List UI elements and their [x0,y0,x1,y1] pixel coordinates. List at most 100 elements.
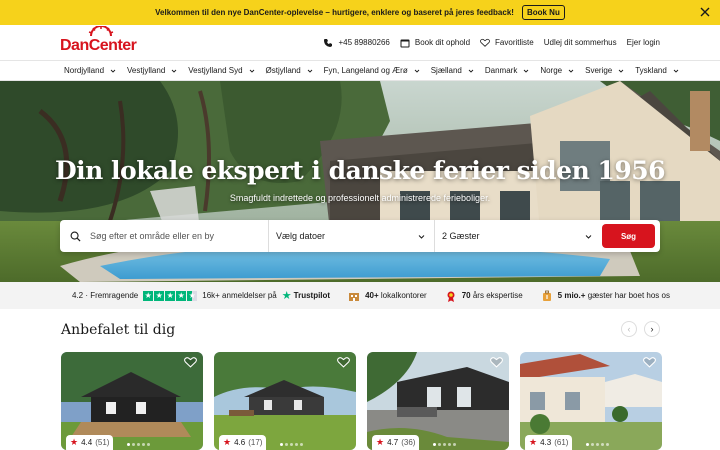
years-label: års ekspertise [472,291,523,300]
chevron-down-icon [585,235,592,239]
book-now-button[interactable]: Book Nu [521,5,565,20]
book-stay-label: Book dit ophold [414,38,471,47]
heart-icon [480,38,490,47]
award-icon [447,291,455,302]
rating-count: (36) [401,438,416,447]
star-icon: ★ [176,290,187,301]
chevron-right-icon: › [650,324,654,334]
owner-login-link[interactable]: Ejer login [627,38,660,47]
search-icon [70,231,81,242]
rent-out-link[interactable]: Udlej dit sommerhus [544,38,617,47]
nav-label: Vestjylland [127,66,166,75]
star-icon: ★ [154,290,165,301]
trustpilot-stars: ★ ★ ★ ★ ★ [143,290,198,301]
site-header: DanCenter +45 89880266 Book dit ophold F… [0,25,720,60]
nav-item-vestjylland[interactable]: Vestjylland [127,66,177,75]
nav-label: Nordjylland [64,66,105,75]
property-rating: ★ 4.4 (51) [66,435,114,450]
star-icon: ★ [376,437,385,447]
guests-select[interactable]: 2 Gæster [435,220,601,252]
trustpilot-label: Trustpilot [293,291,331,300]
heart-icon[interactable] [184,356,197,369]
property-card[interactable]: ★ 4.4 (51) [61,352,203,450]
nav-item-danmark[interactable]: Danmark [485,66,529,75]
chevron-down-icon [568,69,574,73]
nav-item-ostjylland[interactable]: Østjylland [266,66,313,75]
star-icon: ★ [143,290,154,301]
sun-logo-icon [88,25,114,36]
heart-icon[interactable] [490,356,503,369]
calendar-icon [400,39,410,47]
date-label: Vælg datoer [276,231,326,241]
nav-label: Østjylland [265,66,301,75]
date-select[interactable]: Vælg datoer [269,220,435,252]
heart-icon[interactable] [643,356,656,369]
property-rating: ★ 4.7 (36) [372,435,420,450]
property-rating: ★ 4.3 (61) [525,435,573,450]
chevron-down-icon [110,69,116,73]
rating-value: 4.7 [387,438,399,447]
nav-label: Danmark [484,66,518,75]
hero-section: Din lokale ekspert i danske ferier siden… [0,81,720,282]
nav-label: Tyskland [635,66,667,75]
search-location-field[interactable]: Søg efter et område eller en by [60,220,269,252]
nav-item-fyn[interactable]: Fyn, Langeland og Ærø [324,66,420,75]
rating-value: 4.3 [540,438,552,447]
chevron-down-icon [673,69,679,73]
rating-value: 4.6 [234,438,246,447]
years-stat: 70 års ekspertise [445,290,523,302]
book-stay-link[interactable]: Book dit ophold [400,38,470,48]
carousel-prev-button[interactable]: ‹ [621,321,637,337]
property-card[interactable]: ★ 4.6 (17) [214,352,356,450]
phone-link[interactable]: +45 89880266 [323,38,390,48]
dancenter-logo[interactable]: DanCenter [60,25,137,54]
nav-item-sverige[interactable]: Sverige [585,66,624,75]
rating-count: (17) [248,438,263,447]
announcement-text: Velkommen til den nye DanCenter-oplevels… [155,8,514,17]
search-bar: Søg efter et område eller en by Vælg dat… [60,220,660,252]
hero-subtitle: Smagfuldt indrettede og professionelt ad… [229,193,491,203]
guests-count: 5 mio.+ [557,291,586,300]
nav-item-sjaelland[interactable]: Sjælland [431,66,474,75]
phone-icon [324,38,333,47]
nav-item-tyskland[interactable]: Tyskland [635,66,679,75]
chevron-down-icon [618,69,624,73]
nav-item-norge[interactable]: Norge [540,66,574,75]
search-button[interactable]: Søg [602,224,655,248]
nav-item-nordjylland[interactable]: Nordjylland [64,66,116,75]
trustpilot-rating[interactable]: 4.2 · Fremragende ★ ★ ★ ★ ★ 16k+ anmelde… [72,289,330,302]
chevron-down-icon [171,69,177,73]
chevron-down-icon [249,69,254,73]
announcement-bar: Velkommen til den nye DanCenter-oplevels… [0,0,720,25]
star-half-icon: ★ [187,290,198,301]
luggage-icon [542,290,551,301]
star-icon: ★ [223,437,232,447]
trust-bar: 4.2 · Fremragende ★ ★ ★ ★ ★ 16k+ anmelde… [0,282,720,309]
hero-title: Din lokale ekspert i danske ferier siden… [54,156,666,185]
region-nav: Nordjylland Vestjylland Vestjylland Syd … [0,60,720,81]
star-icon: ★ [165,290,176,301]
rating-count: (51) [95,438,110,447]
rating-count: (61) [554,438,569,447]
heart-icon[interactable] [337,356,350,369]
nav-label: Norge [540,66,563,75]
property-card[interactable]: ★ 4.3 (61) [520,352,662,450]
chevron-down-icon [523,69,529,73]
chevron-left-icon: ‹ [627,324,631,334]
recommended-title: Anbefalet til dig [61,322,176,338]
reviews-count: 16k+ anmeldelser på [202,291,277,300]
chevron-down-icon [468,69,474,73]
carousel-next-button[interactable]: › [644,321,660,337]
close-icon[interactable] [698,5,712,19]
favorites-label: Favoritliste [495,38,534,47]
guests-label: 2 Gæster [442,231,480,241]
favorites-link[interactable]: Favoritliste [480,38,534,48]
property-rating: ★ 4.6 (17) [219,435,267,450]
property-card[interactable]: ★ 4.7 (36) [367,352,509,450]
office-icon [349,292,360,301]
nav-item-vestjylland-syd[interactable]: Vestjylland Syd [188,66,254,75]
star-icon: ★ [70,437,79,447]
phone-number: +45 89880266 [338,38,390,47]
trustpilot-logo-icon: ★ [281,290,292,302]
nav-label: Sverige [585,66,613,75]
